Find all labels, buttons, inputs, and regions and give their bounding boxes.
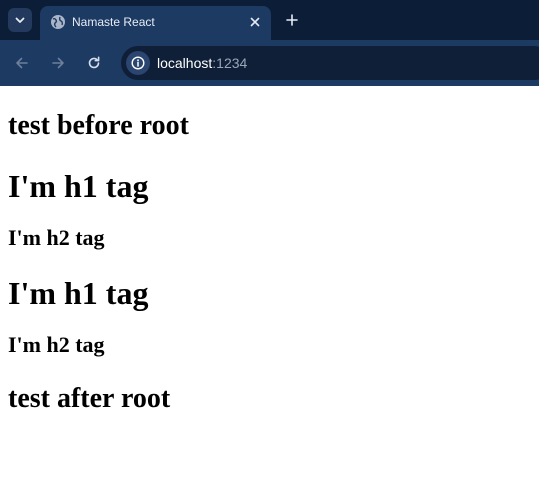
reload-icon <box>88 56 100 69</box>
new-tab-button[interactable] <box>282 10 302 30</box>
back-button[interactable] <box>10 51 34 75</box>
page-content: test before root I'm h1 tag I'm h2 tag I… <box>0 87 539 486</box>
url-host: localhost <box>157 55 213 71</box>
site-info-button[interactable] <box>126 51 150 75</box>
chevron-down-icon <box>15 17 25 23</box>
url-port: :1234 <box>212 55 248 71</box>
browser-window: Namaste React localhost:1234 test before… <box>0 0 539 486</box>
tab-strip: Namaste React <box>0 0 539 40</box>
tab-title: Namaste React <box>72 15 155 29</box>
arrow-left-icon <box>16 57 28 69</box>
heading-h2: I'm h2 tag <box>8 225 105 250</box>
heading-h1: I'm h1 tag <box>8 275 149 311</box>
tab-search-button[interactable] <box>8 8 32 32</box>
url-text: localhost:1234 <box>157 55 247 71</box>
reload-button[interactable] <box>82 51 106 75</box>
close-icon <box>250 17 260 27</box>
arrow-right-icon <box>52 57 64 69</box>
tab-close-button[interactable] <box>247 14 263 30</box>
heading-h1: I'm h1 tag <box>8 168 149 204</box>
text-before-root: test before root <box>8 110 189 141</box>
heading-h2: I'm h2 tag <box>8 332 105 357</box>
text-after-root: test after root <box>8 383 171 414</box>
browser-toolbar: localhost:1234 <box>0 40 539 127</box>
forward-button[interactable] <box>46 51 70 75</box>
plus-icon <box>286 14 298 26</box>
info-icon <box>131 56 145 70</box>
tab-namaste-react[interactable]: Namaste React <box>40 6 271 40</box>
address-bar[interactable]: localhost:1234 <box>121 46 539 80</box>
globe-icon <box>51 15 65 29</box>
